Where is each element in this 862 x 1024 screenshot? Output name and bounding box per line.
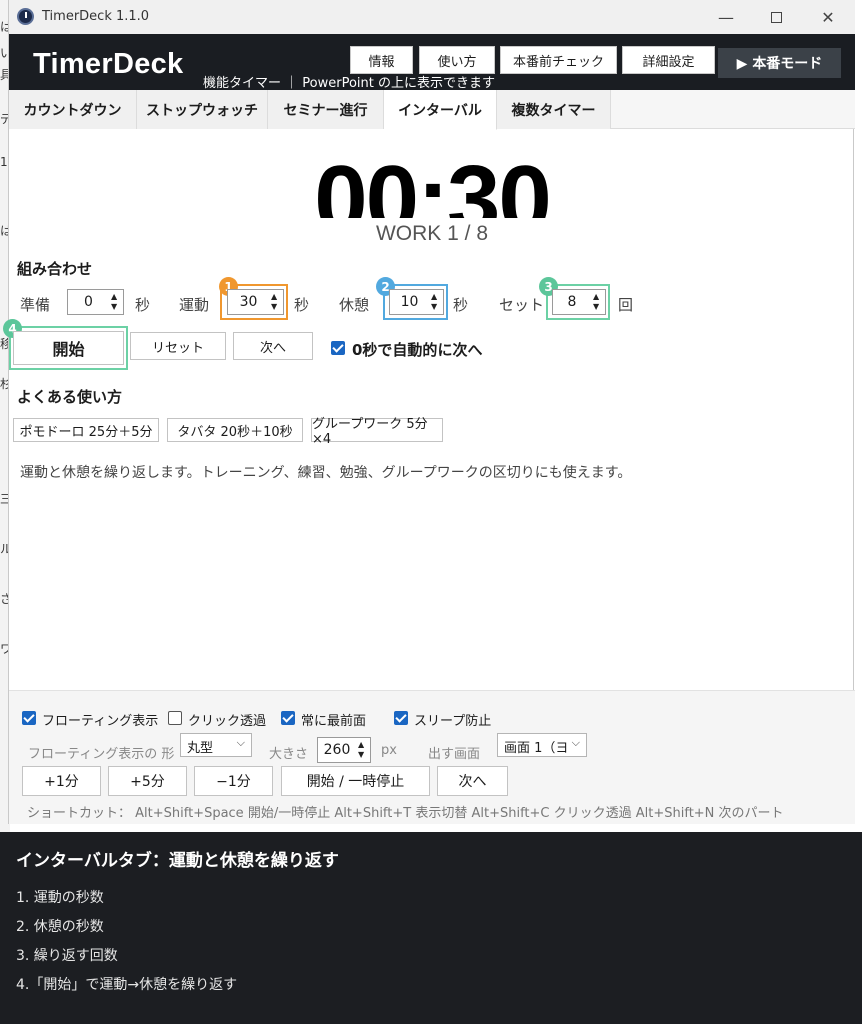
minimize-button[interactable]: —: [703, 0, 749, 34]
plus-1min-button[interactable]: +1分: [22, 766, 101, 796]
reset-button[interactable]: リセット: [130, 332, 226, 360]
work-value: 30: [239, 294, 258, 310]
info-button[interactable]: 情報: [350, 46, 413, 74]
tab-interval[interactable]: インターバル: [384, 90, 497, 130]
tab-seminar[interactable]: セミナー進行: [268, 90, 384, 129]
minus-1min-button[interactable]: −1分: [194, 766, 273, 796]
rest-seconds-input[interactable]: 10 ▲ ▼: [389, 289, 444, 315]
app-clock-icon: [17, 8, 34, 25]
rest-value: 10: [400, 294, 419, 310]
combo-title: 組み合わせ: [17, 260, 93, 278]
chevron-down-icon: ⌵: [236, 736, 245, 749]
start-pause-button[interactable]: 開始 / 一時停止: [281, 766, 430, 796]
floating-display-label: フローティング表示: [42, 714, 159, 729]
size-unit: px: [381, 743, 397, 758]
window-title: TimerDeck 1.1.0: [42, 9, 150, 24]
prep-value: 0: [84, 294, 93, 310]
tab-stopwatch[interactable]: ストップウォッチ: [137, 90, 268, 129]
app-logo: TimerDeck: [33, 48, 184, 80]
prep-seconds-input[interactable]: 0 ▲ ▼: [67, 289, 124, 315]
maximize-button[interactable]: [753, 0, 799, 34]
phase-label: WORK 1 / 8: [375, 222, 489, 245]
screen-value: 画面 1（ヨ: [504, 741, 569, 756]
floating-display-checkbox[interactable]: [22, 711, 36, 725]
interval-description: 運動と休憩を繰り返します。トレーニング、練習、勉強、グループワークの区切りにも使…: [20, 465, 632, 481]
auto-next-checkbox[interactable]: [331, 341, 345, 355]
how-to-button[interactable]: 使い方: [419, 46, 495, 74]
spin-arrows-icon[interactable]: ▲ ▼: [593, 292, 603, 312]
rest-label: 休憩: [339, 296, 370, 314]
spin-arrows-icon[interactable]: ▲ ▼: [111, 292, 121, 312]
screen-label: 出す画面: [428, 747, 481, 762]
size-input[interactable]: 260 ▲ ▼: [317, 737, 371, 763]
pre-show-check-button[interactable]: 本番前チェック: [500, 46, 617, 74]
prep-label: 準備: [20, 296, 51, 314]
timer-digits: 00:30: [314, 146, 552, 218]
presets-title: よくある使い方: [17, 388, 123, 406]
rest-unit: 秒: [453, 296, 469, 314]
shape-value: 丸型: [187, 741, 214, 756]
sets-unit: 回: [618, 296, 634, 314]
plus-5min-button[interactable]: +5分: [108, 766, 187, 796]
app-header: TimerDeck 機能タイマー ｜ PowerPoint の上に表示できます …: [9, 34, 855, 91]
caption-title: インターバルタブ：運動と休憩を繰り返す: [16, 851, 339, 871]
prevent-sleep-checkbox[interactable]: [394, 711, 408, 725]
shape-label: フローティング表示の 形: [28, 747, 175, 762]
title-bar: TimerDeck 1.1.0 — ✕: [9, 0, 855, 34]
preset-groupwork-button[interactable]: グループワーク 5分×4: [311, 417, 443, 447]
screen-select[interactable]: 画面 1（ヨ ⌵: [497, 733, 587, 757]
shape-select[interactable]: 丸型 ⌵: [180, 733, 252, 757]
sets-count-input[interactable]: 8 ▲ ▼: [552, 289, 606, 315]
size-label: 大きさ: [269, 747, 309, 762]
shortcut-hint: ショートカット： Alt+Shift+Space 開始/一時停止 Alt+Shi…: [27, 806, 784, 821]
always-on-top-label: 常に最前面: [301, 714, 367, 729]
spin-arrows-icon[interactable]: ▲ ▼: [271, 292, 281, 312]
work-unit: 秒: [294, 296, 310, 314]
work-label: 運動: [179, 296, 210, 314]
close-button[interactable]: ✕: [805, 0, 851, 34]
size-value: 260: [323, 742, 351, 758]
maximize-icon: [770, 11, 782, 23]
prep-unit: 秒: [135, 296, 151, 314]
header-tagline: 機能タイマー ｜ PowerPoint の上に表示できます: [203, 76, 495, 91]
click-through-checkbox[interactable]: [168, 711, 182, 725]
caption-item: 1. 運動の秒数: [16, 890, 104, 906]
timer-display: 00:30: [9, 140, 855, 218]
detail-settings-button[interactable]: 詳細設定: [622, 46, 715, 74]
spin-arrows-icon[interactable]: ▲ ▼: [358, 740, 368, 760]
chevron-down-icon: ⌵: [571, 736, 580, 749]
preset-pomodoro-button[interactable]: ポモドーロ 25分＋5分: [13, 418, 159, 442]
tab-multi-timer[interactable]: 複数タイマー: [497, 90, 611, 129]
always-on-top-checkbox[interactable]: [281, 711, 295, 725]
mode-tabs: カウントダウン ストップウォッチ セミナー進行 インターバル 複数タイマー: [9, 90, 855, 130]
preset-tabata-button[interactable]: タバタ 20秒＋10秒: [167, 418, 303, 442]
tab-countdown[interactable]: カウントダウン: [9, 90, 137, 129]
auto-next-label: 0秒で自動的に次へ: [352, 341, 483, 359]
caption-panel: インターバルタブ：運動と休憩を繰り返す 1. 運動の秒数 2. 休憩の秒数 3.…: [0, 832, 862, 1024]
sets-label: セット: [499, 296, 545, 314]
spin-arrows-icon[interactable]: ▲ ▼: [431, 292, 441, 312]
next-button[interactable]: 次へ: [233, 332, 313, 360]
quick-next-button[interactable]: 次へ: [437, 766, 508, 796]
click-through-label: クリック透過: [188, 714, 267, 729]
sets-value: 8: [567, 294, 577, 310]
caption-item: 4.「開始」で運動→休憩を繰り返す: [16, 977, 238, 993]
start-button[interactable]: 開始: [13, 331, 124, 365]
caption-item: 3. 繰り返す回数: [16, 948, 118, 964]
live-mode-button[interactable]: ▶ 本番モード: [718, 48, 841, 78]
caption-item: 2. 休憩の秒数: [16, 919, 104, 935]
prevent-sleep-label: スリープ防止: [414, 714, 492, 729]
work-seconds-input[interactable]: 30 ▲ ▼: [227, 289, 284, 315]
app-window: TimerDeck 1.1.0 — ✕ TimerDeck 機能タイマー ｜ P…: [3, 0, 855, 824]
